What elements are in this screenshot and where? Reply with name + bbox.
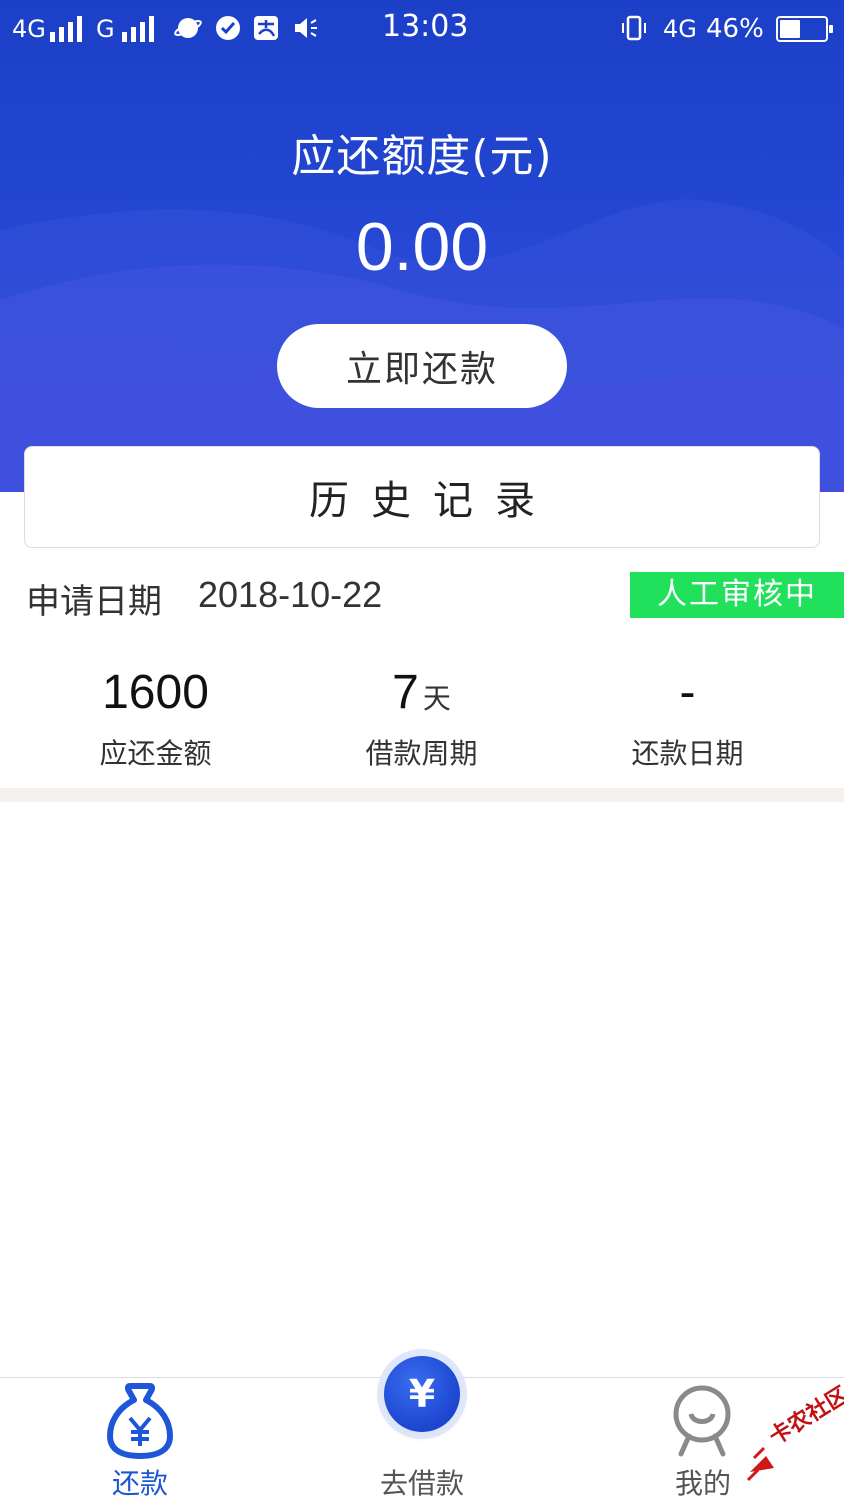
volume-icon — [295, 18, 317, 38]
stat-label: 借款周期 — [365, 737, 478, 770]
user-profile-icon — [673, 1385, 731, 1457]
check-circle-icon — [216, 16, 240, 40]
stat-loan-period: 7天 借款周期 — [281, 660, 562, 772]
stat-label: 应还金额 — [99, 737, 212, 770]
status-bar: 4G G 13:03 4G 46% — [0, 0, 844, 60]
status-time: 13:03 — [382, 9, 469, 44]
network-type-sim1: 4G — [12, 15, 46, 43]
signal-bars-icon-2 — [122, 16, 156, 42]
stat-repay-date: - 还款日期 — [547, 660, 828, 772]
network-type-data: 4G — [663, 15, 697, 43]
stat-value: - — [679, 666, 696, 719]
header-banner: 4G G 13:03 4G 46% 应还额度(元) 0.00 立即还款 — [0, 0, 844, 492]
vibrate-icon — [622, 15, 646, 41]
amount-value: 0.00 — [355, 209, 489, 285]
network-type-sim2: G — [96, 15, 115, 43]
nav-tab-repay[interactable]: 还款 — [40, 1378, 240, 1500]
battery-icon — [776, 16, 833, 42]
history-title: 历史记录 — [309, 478, 557, 524]
signal-bars-icon — [50, 16, 84, 42]
money-bag-icon — [107, 1383, 173, 1459]
loan-stats: 1600 应还金额 7天 借款周期 - 还款日期 — [0, 660, 844, 780]
stat-unit: 天 — [422, 682, 451, 715]
status-badge: 人工审核中 — [630, 572, 844, 618]
stat-label: 还款日期 — [631, 737, 744, 770]
borrow-fab-button[interactable]: ¥ — [384, 1356, 460, 1432]
nav-label-repay: 还款 — [111, 1467, 168, 1500]
apply-date-value: 2018-10-22 — [198, 574, 383, 615]
repay-now-button[interactable]: 立即还款 — [277, 324, 567, 408]
alipay-icon — [254, 16, 278, 40]
section-divider — [0, 788, 844, 802]
stat-amount-due: 1600 应还金额 — [15, 660, 296, 772]
nav-label-borrow: 去借款 — [379, 1467, 464, 1500]
planet-icon — [174, 18, 202, 38]
apply-date-label: 申请日期 — [26, 582, 162, 622]
stat-value: 1600 — [102, 666, 209, 719]
history-record-button[interactable]: 历史记录 — [24, 446, 820, 548]
amount-title: 应还额度(元) — [291, 131, 553, 182]
battery-percent: 46% — [706, 14, 764, 44]
stat-value: 7 — [392, 666, 419, 719]
